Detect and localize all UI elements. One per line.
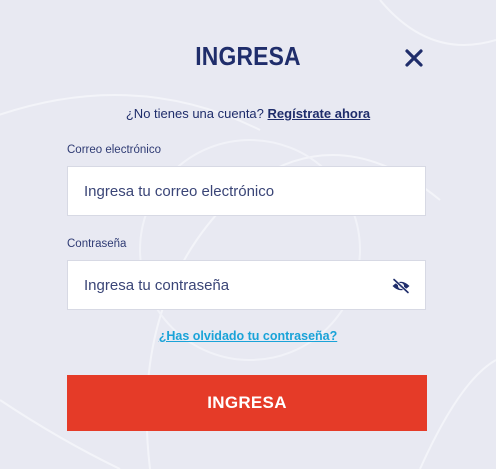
password-label: Contraseña <box>67 238 127 250</box>
signup-prompt-text: ¿No tienes una cuenta? <box>125 106 264 121</box>
forgot-password-link[interactable]: ¿Has olvidado tu contraseña? <box>0 329 496 343</box>
eye-off-icon <box>392 278 410 294</box>
close-button[interactable] <box>401 45 427 71</box>
email-field-container <box>67 166 426 216</box>
password-visibility-toggle[interactable] <box>391 277 411 295</box>
email-field[interactable] <box>68 167 425 215</box>
email-label: Correo electrónico <box>67 144 161 156</box>
password-field-container <box>67 260 426 310</box>
submit-button[interactable]: INGRESA <box>67 375 427 431</box>
signup-prompt-row: ¿No tienes una cuenta? Regístrate ahora <box>0 106 496 121</box>
password-field[interactable] <box>68 261 425 309</box>
signup-link[interactable]: Regístrate ahora <box>268 106 371 121</box>
close-icon <box>405 49 423 67</box>
